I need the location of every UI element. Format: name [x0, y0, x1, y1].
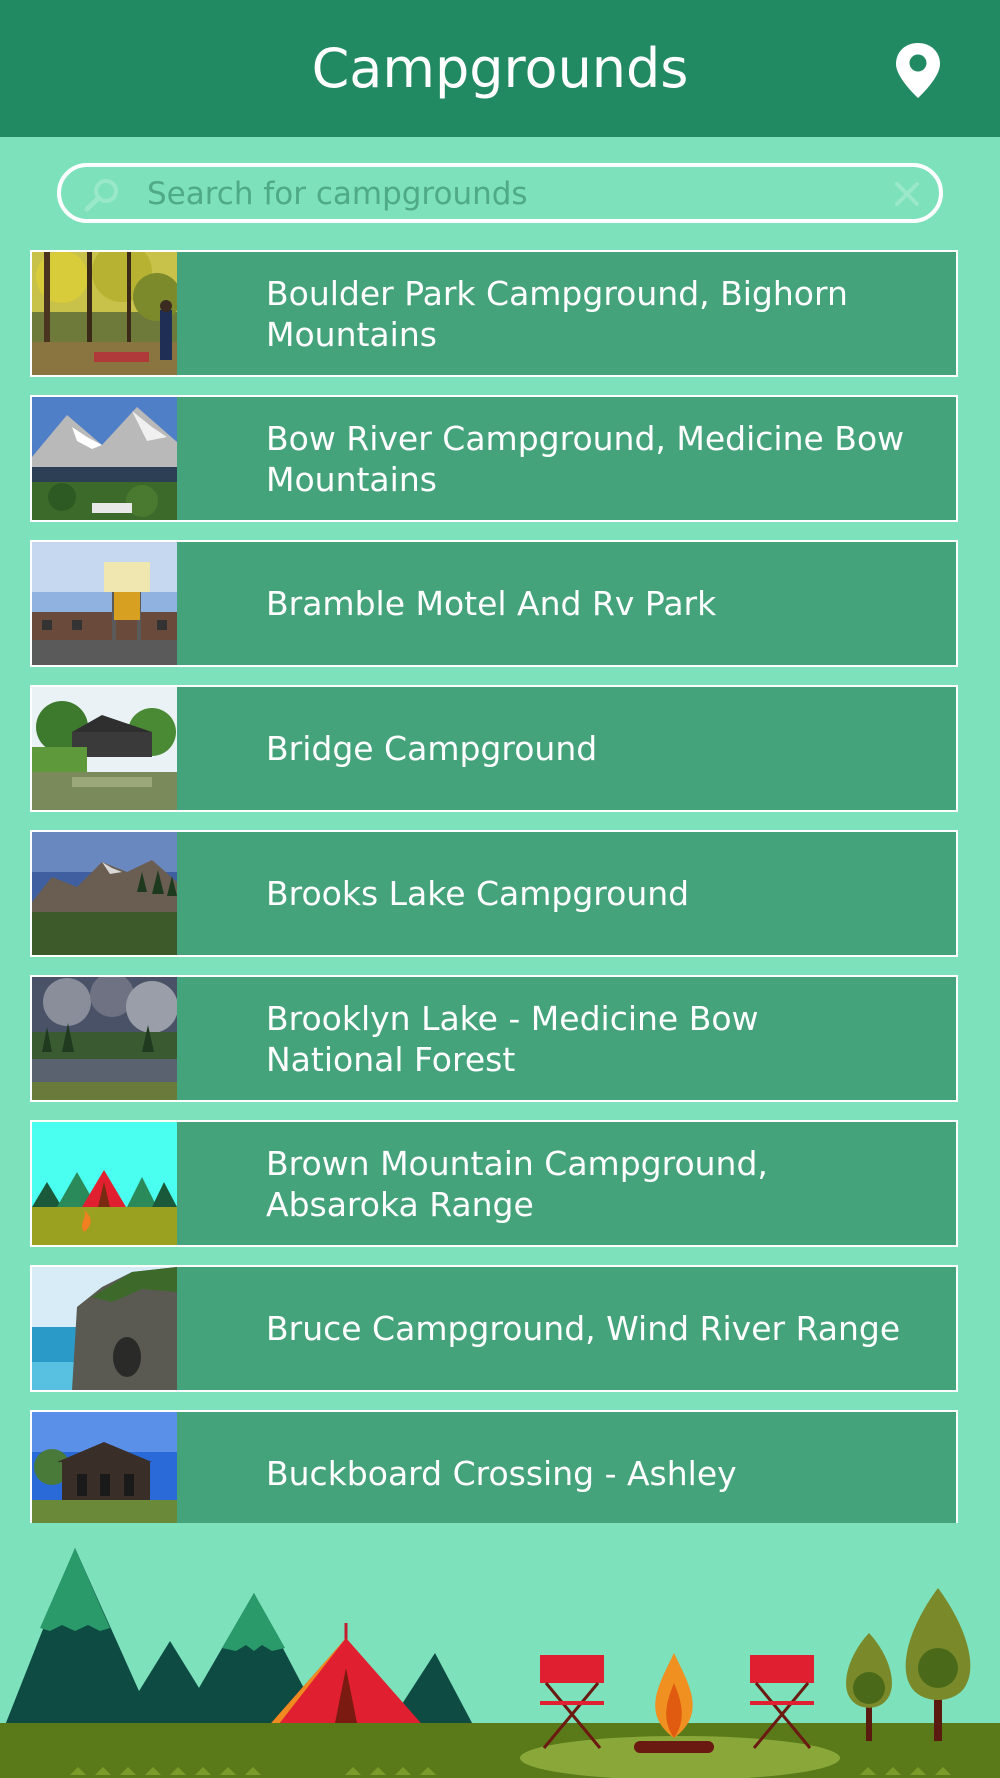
- campground-name: Bramble Motel And Rv Park: [266, 584, 717, 623]
- covered-bridge-photo: [32, 687, 177, 810]
- campground-name: Brooklyn Lake - Medicine Bow National Fo…: [266, 998, 759, 1079]
- page-title: Campgrounds: [311, 37, 689, 100]
- list-item[interactable]: Bramble Motel And Rv Park: [30, 540, 958, 667]
- list-item[interactable]: Brown Mountain Campground, Absaroka Rang…: [30, 1120, 958, 1247]
- motel-sign-photo: [32, 542, 177, 665]
- campsite-illustration: [0, 1523, 1000, 1778]
- search-input[interactable]: [147, 173, 847, 215]
- mountain-lake-photo: [32, 397, 177, 520]
- list-item[interactable]: Bridge Campground: [30, 685, 958, 812]
- app-header: Campgrounds: [0, 0, 1000, 137]
- sea-cliff-photo: [32, 1267, 177, 1390]
- forest-campsite-photo: [32, 252, 177, 375]
- cloudy-lake-photo: [32, 977, 177, 1100]
- list-item[interactable]: Brooklyn Lake - Medicine Bow National Fo…: [30, 975, 958, 1102]
- list-item[interactable]: Bruce Campground, Wind River Range: [30, 1265, 958, 1392]
- campground-list[interactable]: Boulder Park Campground, Bighorn Mountai…: [30, 250, 958, 1523]
- campground-name: Boulder Park Campground, Bighorn Mountai…: [266, 273, 848, 354]
- list-item[interactable]: Brooks Lake Campground: [30, 830, 958, 957]
- close-icon[interactable]: [894, 181, 920, 207]
- campground-name: Bridge Campground: [266, 729, 598, 768]
- search-icon: [84, 179, 118, 212]
- tent-illustration: [32, 1122, 177, 1245]
- campground-name: Bow River Campground, Medicine Bow Mount…: [266, 418, 905, 499]
- cabin-building-photo: [32, 1412, 177, 1523]
- list-item[interactable]: Bow River Campground, Medicine Bow Mount…: [30, 395, 958, 522]
- search-bar: [57, 163, 943, 223]
- list-item[interactable]: Buckboard Crossing - Ashley: [30, 1410, 958, 1523]
- campground-name: Brooks Lake Campground: [266, 874, 690, 913]
- campground-name: Bruce Campground, Wind River Range: [266, 1309, 901, 1348]
- campground-name: Buckboard Crossing - Ashley: [266, 1454, 737, 1493]
- map-pin-icon[interactable]: [893, 41, 943, 99]
- campground-name: Brown Mountain Campground, Absaroka Rang…: [266, 1143, 768, 1224]
- list-item[interactable]: Boulder Park Campground, Bighorn Mountai…: [30, 250, 958, 377]
- mountain-ridge-photo: [32, 832, 177, 955]
